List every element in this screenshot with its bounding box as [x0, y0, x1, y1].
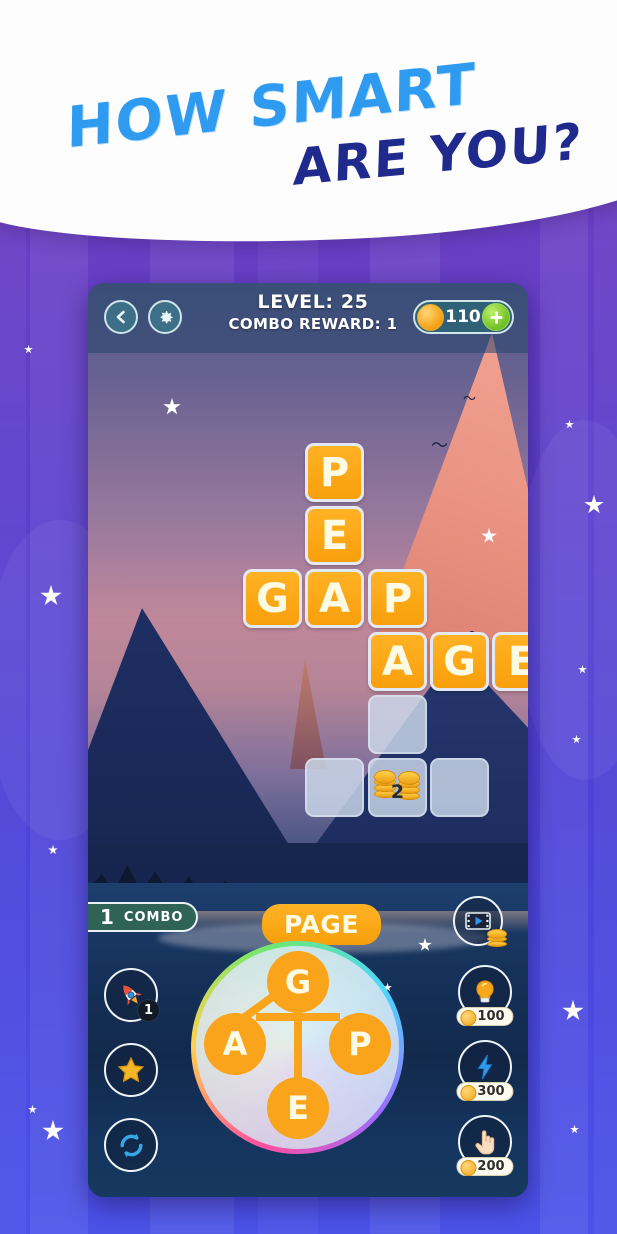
wheel-letter-top[interactable]: G — [267, 951, 329, 1013]
lightning-bolt-icon — [477, 1054, 493, 1080]
grid-tile-empty[interactable] — [430, 758, 489, 817]
settings-button[interactable] — [148, 300, 182, 334]
reveal-letter-button[interactable]: 200 — [456, 1115, 514, 1176]
add-coins-button[interactable] — [482, 303, 510, 331]
wheel-letter-right[interactable]: P — [329, 1013, 391, 1075]
bonus-value: 2 — [390, 780, 405, 803]
gear-icon — [160, 310, 173, 323]
grid-tile[interactable]: A — [368, 632, 427, 691]
chevron-left-icon — [116, 310, 125, 324]
wheel-letter-left[interactable]: A — [204, 1013, 266, 1075]
coin-amount: 110 — [445, 307, 481, 327]
level-label: LEVEL: 25 — [257, 291, 369, 313]
grid-tile[interactable]: A — [305, 569, 364, 628]
back-button[interactable] — [104, 300, 138, 334]
grid-tile-empty[interactable] — [305, 758, 364, 817]
grid-tile[interactable]: P — [368, 569, 427, 628]
promo-banner: HOW SMART ARE YOU? — [0, 0, 617, 254]
wheel-letter-bottom[interactable]: E — [267, 1077, 329, 1139]
letter-wheel-surface[interactable]: G A P E — [196, 946, 399, 1149]
current-word-pill: PAGE — [262, 904, 381, 945]
combo-label: COMBO — [123, 909, 184, 925]
shuffle-icon — [119, 1133, 143, 1157]
grid-tile[interactable]: G — [430, 632, 489, 691]
grid-tile[interactable]: E — [305, 506, 364, 565]
bird-icon: 〜 — [431, 436, 448, 456]
game-panel: 〜 〜 〜 LEVEL: 25 COMBO REWARD: 1 110 — [88, 283, 528, 1197]
hand-pointer-icon — [474, 1129, 494, 1154]
reveal-letter-price: 200 — [456, 1157, 514, 1176]
combo-count: 1 — [100, 905, 114, 929]
top-hud: LEVEL: 25 COMBO REWARD: 1 110 — [88, 283, 528, 353]
star-button[interactable] — [104, 1043, 158, 1097]
hint-price: 100 — [456, 1007, 514, 1026]
hint-button[interactable]: 100 — [456, 965, 514, 1026]
lightning-price: 300 — [456, 1082, 514, 1101]
star-icon — [117, 1056, 145, 1083]
coin-counter[interactable]: 110 — [413, 300, 514, 334]
lightbulb-icon — [476, 980, 494, 1003]
rocket-count-badge: 1 — [137, 999, 160, 1022]
grid-tile[interactable]: E — [492, 632, 528, 691]
bird-icon: 〜 — [463, 392, 477, 407]
shuffle-button[interactable] — [104, 1118, 158, 1172]
level-info: LEVEL: 25 COMBO REWARD: 1 — [218, 291, 408, 333]
video-reward-button[interactable] — [453, 896, 507, 947]
plus-icon — [489, 310, 503, 324]
grid-tile[interactable]: G — [243, 569, 302, 628]
grid-tile-bonus[interactable]: 2 — [368, 758, 427, 817]
coin-icon — [417, 303, 444, 331]
bg-blob — [520, 420, 617, 780]
combo-reward-label: COMBO REWARD: 1 — [228, 315, 398, 333]
lightning-button[interactable]: 300 — [456, 1040, 514, 1101]
rocket-booster-button[interactable]: 1 — [104, 968, 160, 1022]
coin-stack-icon — [487, 928, 509, 948]
letter-wheel[interactable]: G A P E — [191, 941, 404, 1154]
grid-tile-empty[interactable] — [368, 695, 427, 754]
grid-tile[interactable]: P — [305, 443, 364, 502]
combo-badge: 1 COMBO — [88, 902, 198, 932]
coin-stack-icon: 2 — [372, 766, 424, 810]
